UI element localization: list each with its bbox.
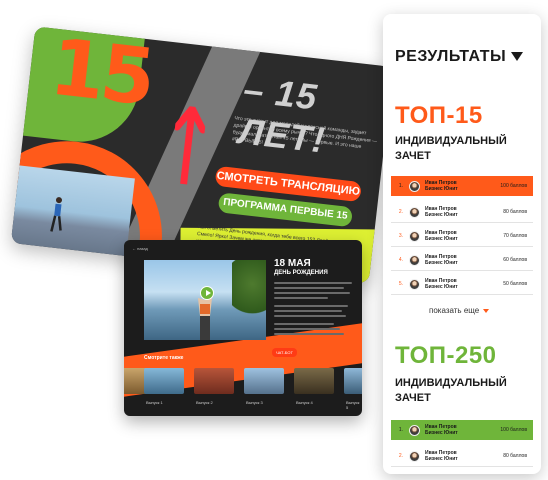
score: 100 баллов: [500, 427, 527, 433]
thumbnail-caption: Выпуск 3: [246, 400, 263, 405]
play-icon[interactable]: [200, 286, 214, 300]
score: 70 баллов: [503, 233, 527, 239]
table-row[interactable]: 2. Иван Петров Бизнес Юнит 80 баллов: [391, 446, 533, 466]
thumbnail-caption: Выпуск 2: [196, 400, 213, 405]
back-link[interactable]: ← назад: [132, 246, 148, 251]
participant-name: Иван Петров Бизнес Юнит: [425, 254, 475, 266]
table-row[interactable]: 1. Иван Петров Бизнес Юнит 100 баллов: [391, 420, 533, 440]
hero-big-number: 15: [45, 26, 156, 124]
rank-position: 2.: [398, 209, 403, 215]
top250-heading: ТОП-250: [395, 342, 497, 369]
divider: [391, 466, 533, 467]
event-card: ← назад 18 МАЯ ДЕНЬ РОЖДЕНИЯ Смотрите та…: [124, 240, 362, 416]
event-description: [274, 282, 354, 338]
participant-name: Иван Петров Бизнес Юнит: [425, 230, 475, 242]
caption-line: ЗАЧЕТ: [395, 150, 431, 162]
score: 100 баллов: [500, 183, 527, 189]
avatar: [409, 450, 420, 462]
thumbnail-3[interactable]: [194, 368, 234, 394]
avatar: [409, 206, 420, 218]
unit-line: Бизнес Юнит: [425, 430, 458, 436]
runner-icon: [50, 197, 62, 232]
table-row[interactable]: 2. Иван Петров Бизнес Юнит 80 баллов: [391, 202, 533, 222]
thumbnail-2[interactable]: [144, 368, 184, 394]
top250-caption: ИНДИВИДУАЛЬНЫЙ ЗАЧЕТ: [395, 376, 507, 406]
score: 60 баллов: [503, 257, 527, 263]
show-more-link[interactable]: показать еще: [429, 306, 479, 315]
thumbnail-caption: Выпуск 1: [146, 400, 163, 405]
rank-position: 1.: [398, 183, 403, 189]
divider: [391, 294, 533, 295]
chatbot-tag[interactable]: ЧАТ-БОТ: [272, 348, 297, 357]
avatar: [409, 424, 420, 436]
score: 80 баллов: [503, 209, 527, 215]
rank-position: 1.: [398, 427, 403, 433]
chevron-down-icon[interactable]: [511, 52, 523, 61]
results-title: РЕЗУЛЬТАТЫ: [395, 48, 507, 65]
thumbnail-5[interactable]: [294, 368, 334, 394]
participant-name: Иван Петров Бизнес Юнит: [425, 450, 475, 462]
see-also-label: Смотрите также: [144, 355, 184, 361]
rank-position: 3.: [398, 233, 403, 239]
table-row[interactable]: 1. Иван Петров Бизнес Юнит 100 баллов: [391, 176, 533, 196]
avatar: [409, 278, 420, 290]
rank-position: 5.: [398, 281, 403, 287]
caption-line: ИНДИВИДУАЛЬНЫЙ: [395, 135, 507, 147]
avatar: [409, 230, 420, 242]
event-video-preview[interactable]: [144, 260, 266, 340]
caption-line: ИНДИВИДУАЛЬНЫЙ: [395, 377, 507, 389]
thumbnail-strip: [124, 368, 362, 396]
participant-name: Иван Петров Бизнес Юнит: [425, 206, 475, 218]
top15-heading: ТОП-15: [395, 102, 483, 129]
participant-name: Иван Петров Бизнес Юнит: [425, 278, 475, 290]
rank-position: 4.: [398, 257, 403, 263]
thumbnail-caption: Выпуск 5: [346, 400, 360, 410]
top15-caption: ИНДИВИДУАЛЬНЫЙ ЗАЧЕТ: [395, 134, 507, 164]
table-row[interactable]: 5. Иван Петров Бизнес Юнит 50 баллов: [391, 274, 533, 294]
thumbnail-4[interactable]: [244, 368, 284, 394]
score: 80 баллов: [503, 453, 527, 459]
carousel-arrows[interactable]: ← →: [336, 348, 354, 357]
chevron-down-icon[interactable]: [483, 309, 489, 313]
unit-line: Бизнес Юнит: [425, 456, 458, 462]
divider: [391, 222, 533, 223]
thumbnail-6[interactable]: [344, 368, 362, 394]
unit-line: Бизнес Юнит: [425, 212, 458, 218]
event-date: 18 МАЯ: [274, 258, 311, 269]
score: 50 баллов: [503, 281, 527, 287]
event-subtitle: ДЕНЬ РОЖДЕНИЯ: [274, 270, 328, 276]
divider: [391, 270, 533, 271]
avatar: [409, 254, 420, 266]
avatar: [409, 180, 420, 192]
unit-line: Бизнес Юнит: [425, 284, 458, 290]
table-row[interactable]: 4. Иван Петров Бизнес Юнит 60 баллов: [391, 250, 533, 270]
runner-photo: [10, 164, 135, 268]
thumbnail-caption: Выпуск 4: [296, 400, 313, 405]
table-row[interactable]: 3. Иван Петров Бизнес Юнит 70 баллов: [391, 226, 533, 246]
tree-shape: [232, 260, 266, 320]
participant-name: Иван Петров Бизнес Юнит: [425, 424, 475, 436]
participant-name: Иван Петров Бизнес Юнит: [425, 180, 475, 192]
results-panel: РЕЗУЛЬТАТЫ ТОП-15 ИНДИВИДУАЛЬНЫЙ ЗАЧЕТ 1…: [383, 14, 541, 474]
unit-line: Бизнес Юнит: [425, 236, 458, 242]
divider: [391, 246, 533, 247]
caption-line: ЗАЧЕТ: [395, 392, 431, 404]
rank-position: 2.: [398, 453, 403, 459]
unit-line: Бизнес Юнит: [425, 186, 458, 192]
unit-line: Бизнес Юнит: [425, 260, 458, 266]
